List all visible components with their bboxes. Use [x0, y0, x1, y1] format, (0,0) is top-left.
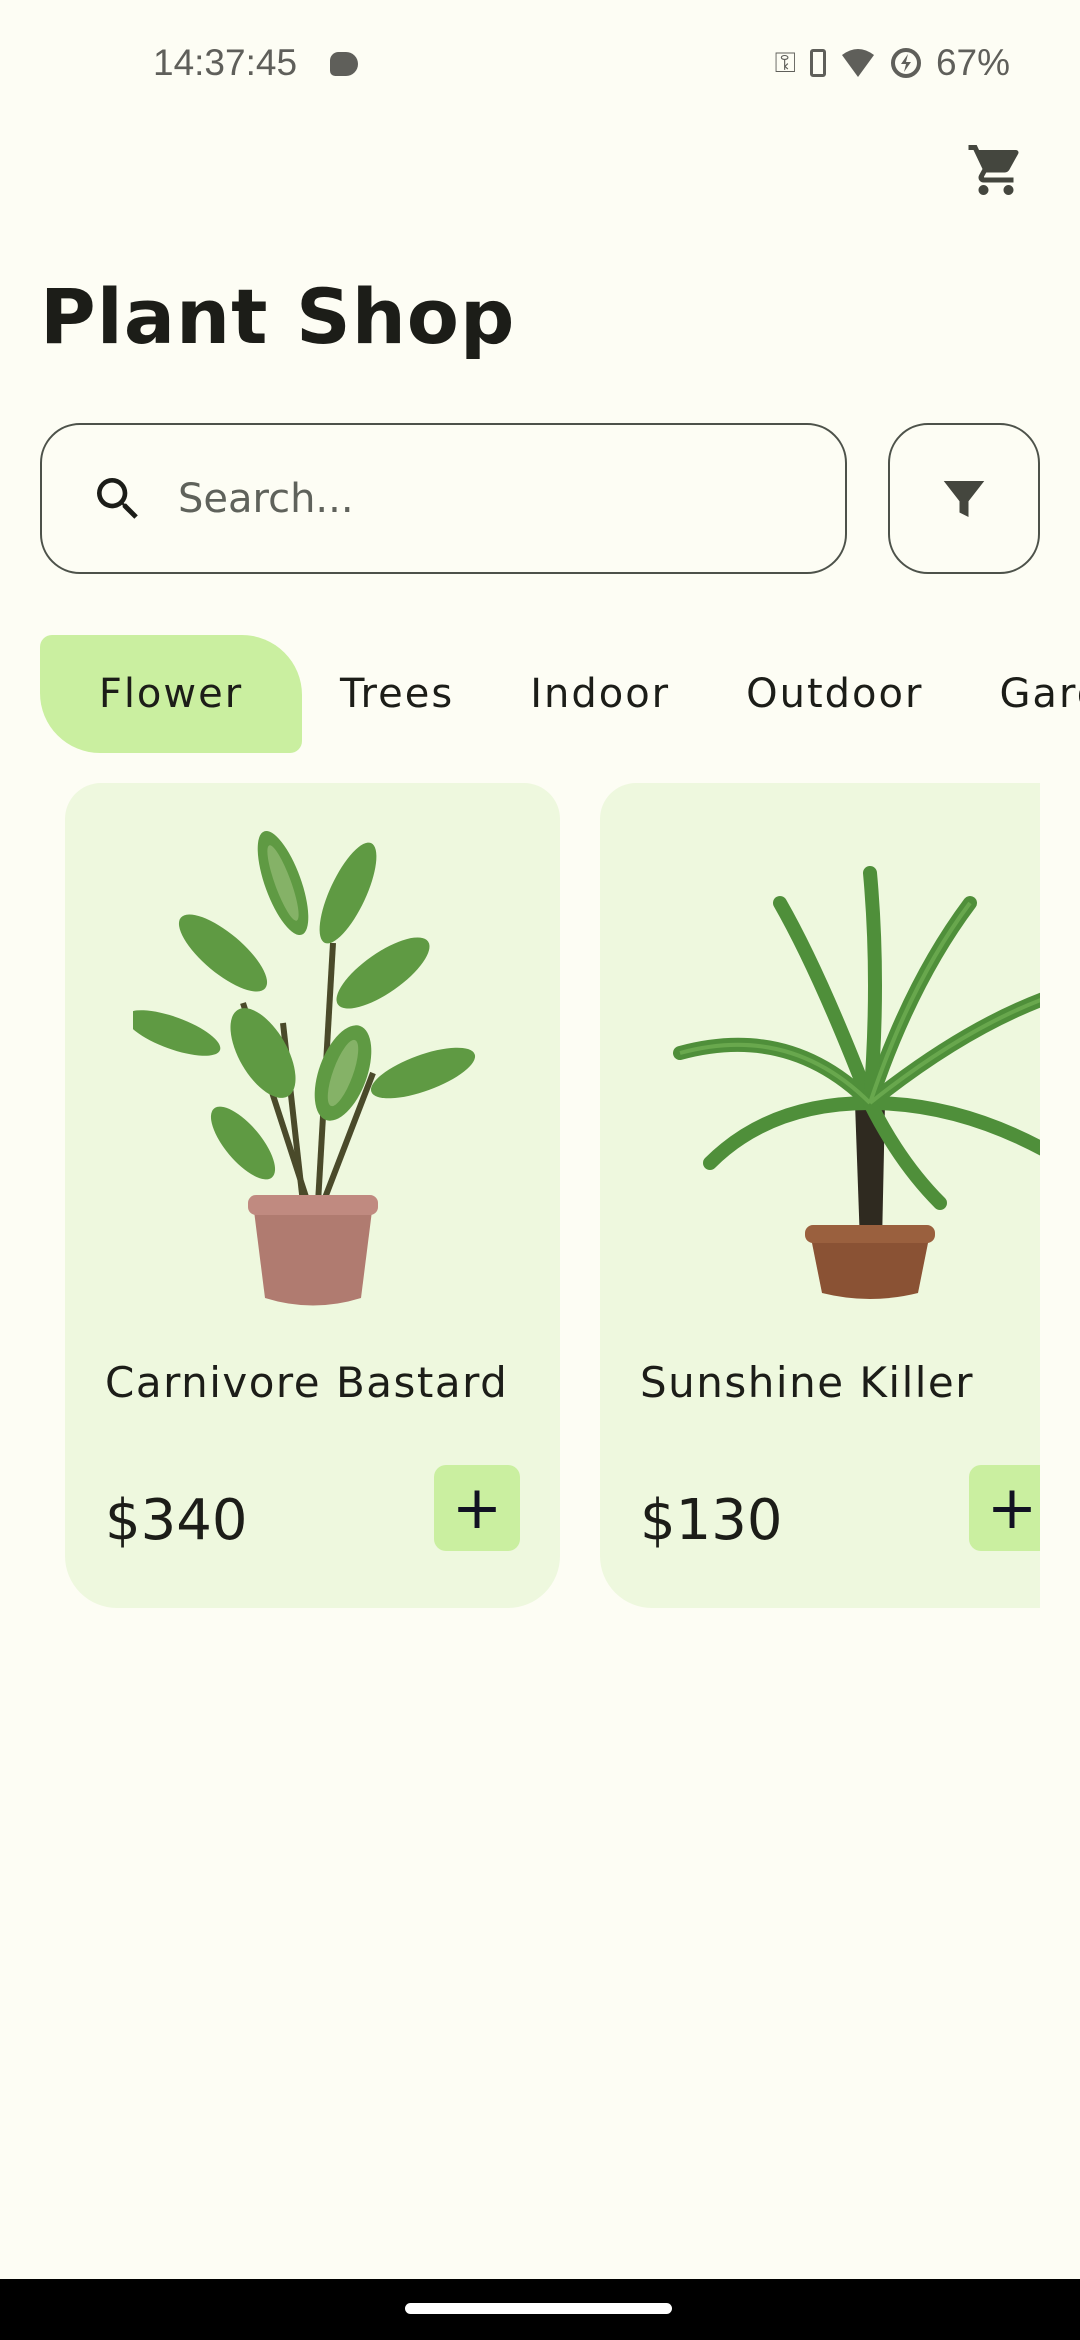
home-gesture-handle[interactable]: [405, 2303, 672, 2314]
add-to-cart-button[interactable]: +: [969, 1465, 1040, 1551]
title-regular: Shop: [295, 272, 516, 361]
search-icon: [97, 477, 138, 519]
product-card[interactable]: Sunshine Killer $130 +: [600, 783, 1040, 1608]
add-to-cart-button[interactable]: +: [434, 1465, 520, 1551]
search-field[interactable]: [40, 423, 847, 574]
status-bar: 14:37:45 ⚿ 67%: [0, 38, 1080, 88]
product-name: Carnivore Bastard: [105, 1358, 509, 1407]
battery-level: 67%: [935, 42, 1010, 83]
battery-charging-icon: [890, 48, 921, 78]
product-list: Carnivore Bastard $340 + Sunshine Killer…: [0, 783, 1040, 1613]
plant-image: [673, 866, 1040, 1299]
title-bold: Plant: [40, 272, 269, 361]
tab-indoor[interactable]: Indoor: [492, 635, 708, 753]
tab-garden[interactable]: Garden: [961, 635, 1080, 753]
category-tabs: Flower Trees Indoor Outdoor Garden: [40, 635, 1080, 753]
product-price: $130: [640, 1488, 783, 1553]
page-title: Plant Shop: [40, 272, 515, 361]
search-input[interactable]: [178, 475, 778, 522]
vibrate-icon: [809, 49, 826, 77]
notification-icon: [330, 52, 358, 76]
vpn-key-icon: ⚿: [774, 46, 796, 78]
filter-icon: [943, 480, 985, 517]
tab-trees[interactable]: Trees: [302, 635, 492, 753]
product-name: Sunshine Killer: [640, 1358, 975, 1407]
cart-icon[interactable]: [966, 140, 1026, 200]
product-price: $340: [105, 1488, 248, 1553]
status-time: 14:37:45: [153, 42, 298, 83]
filter-button[interactable]: [888, 423, 1040, 574]
system-nav-bar: [0, 2279, 1080, 2340]
plant-image: [132, 830, 475, 1306]
tab-outdoor[interactable]: Outdoor: [708, 635, 961, 753]
wifi-icon: [841, 49, 874, 77]
product-card[interactable]: Carnivore Bastard $340 +: [65, 783, 560, 1608]
tab-flower[interactable]: Flower: [40, 635, 302, 753]
